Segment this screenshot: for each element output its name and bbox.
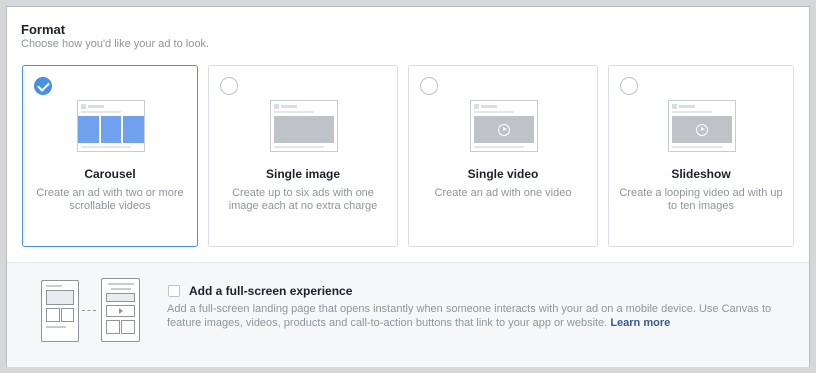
card-title: Slideshow [671, 167, 731, 181]
fullscreen-checkbox[interactable] [168, 285, 180, 297]
fullscreen-description-text: Add a full-screen landing page that open… [167, 303, 772, 329]
carousel-radio-checked[interactable] [34, 77, 52, 95]
single-image-radio[interactable] [220, 77, 238, 95]
fullscreen-title: Add a full-screen experience [189, 284, 353, 298]
slideshow-thumbnail-icon [668, 100, 736, 152]
single-image-thumbnail-icon [270, 100, 338, 152]
transition-arrow-icon [82, 310, 96, 311]
fullscreen-description: Add a full-screen landing page that open… [167, 302, 792, 330]
card-description: Create an ad with one video [434, 187, 572, 199]
format-subtitle: Choose how you'd like your ad to look. [21, 38, 209, 50]
card-title: Single image [265, 167, 341, 181]
single-video-thumbnail-icon [470, 100, 538, 152]
slideshow-radio[interactable] [620, 77, 638, 95]
card-description: Create a looping video ad with up to ten… [619, 187, 783, 212]
format-card-carousel[interactable]: Carousel Create an ad with two or more s… [22, 65, 198, 247]
card-description: Create an ad with two or more scrollable… [36, 187, 184, 212]
card-title: Single video [467, 167, 539, 181]
single-video-radio[interactable] [420, 77, 438, 95]
format-title: Format [21, 22, 66, 37]
format-card-single-video[interactable]: Single video Create an ad with one video [408, 65, 598, 247]
play-icon [696, 123, 708, 136]
format-card-single-image[interactable]: Single image Create up to six ads with o… [208, 65, 398, 247]
card-title: Carousel [84, 167, 136, 181]
canvas-phone-icon [101, 278, 140, 342]
play-icon [498, 123, 510, 136]
carousel-thumbnail-icon [77, 100, 145, 152]
ad-phone-icon [41, 280, 79, 342]
learn-more-link[interactable]: Learn more [610, 317, 670, 329]
card-description: Create up to six ads with one image each… [228, 187, 378, 212]
format-card-slideshow[interactable]: Slideshow Create a looping video ad with… [608, 65, 794, 247]
